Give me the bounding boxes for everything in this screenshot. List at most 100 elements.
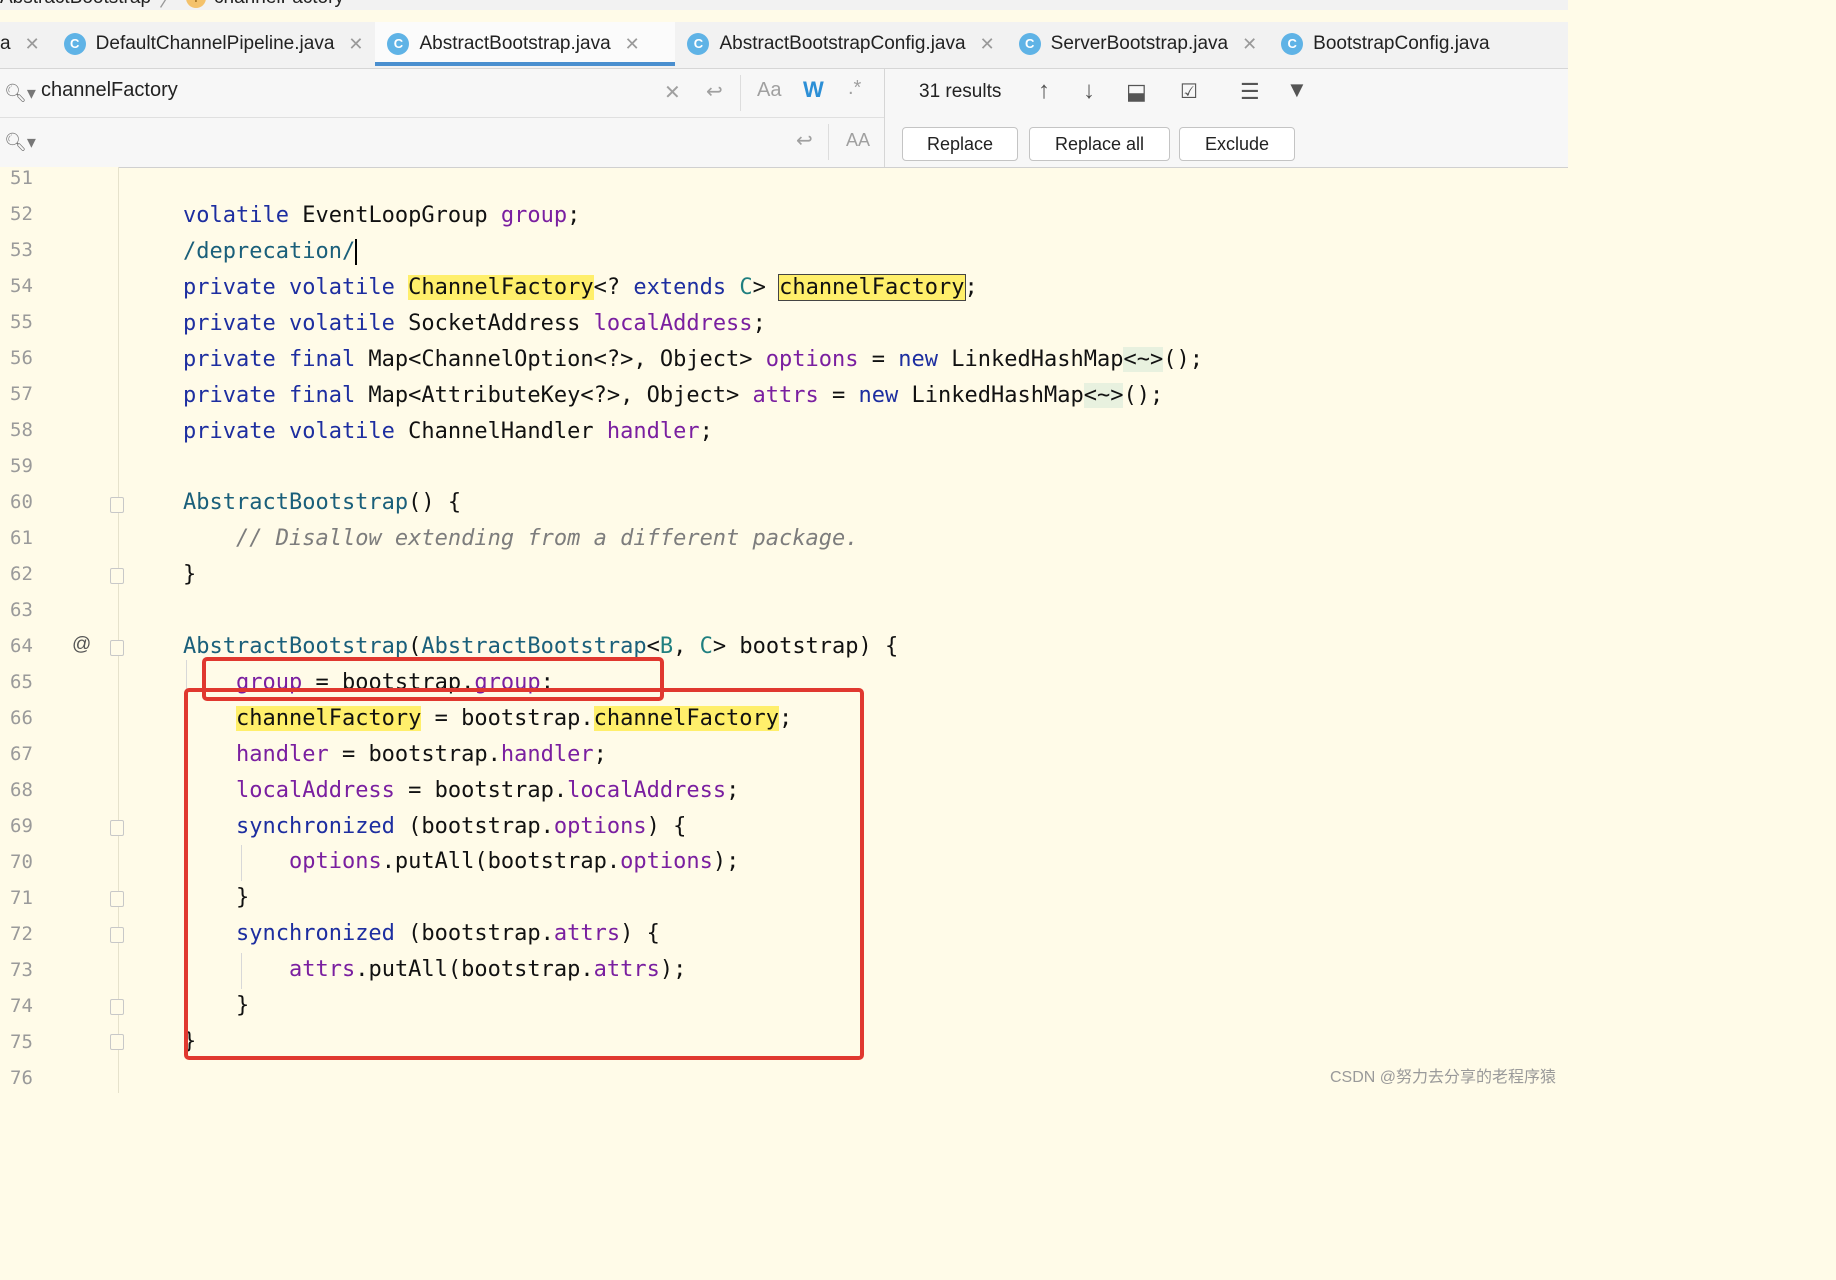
line-number: 59 [10,455,33,477]
line-number: 61 [10,527,33,549]
tab-label: BootstrapConfig.java [1313,33,1490,54]
close-icon[interactable]: ✕ [980,34,995,55]
field-icon: f [186,0,207,8]
tab-label: AbstractBootstrapConfig.java [719,33,966,54]
search-icon[interactable]: 🔍︎▾ [4,132,36,153]
tab-serverbootstrap[interactable]: C ServerBootstrap.java ✕ [1007,22,1270,66]
divider [884,69,885,167]
line-number: 69 [10,815,33,837]
newline-icon[interactable]: ↩ [706,79,723,104]
whole-words-icon[interactable]: W [803,77,824,103]
line-number: 55 [10,311,33,333]
editor-gutter[interactable] [0,167,119,1093]
line-number: 65 [10,671,33,693]
tab-label: a [0,33,11,54]
tab-label: ServerBootstrap.java [1050,33,1229,54]
line-number: 52 [10,203,33,225]
close-icon[interactable]: ✕ [625,34,640,55]
code-line: private volatile SocketAddress localAddr… [183,311,766,336]
clear-icon[interactable]: ✕ [664,80,681,105]
replace-button[interactable]: Replace [902,127,1018,161]
tab-defaultchannelpipeline[interactable]: C DefaultChannelPipeline.java ✕ [52,22,376,66]
code-line: private final Map<AttributeKey<?>, Objec… [183,383,1164,408]
filter-lines-icon[interactable]: ☑ [1180,79,1198,104]
breadcrumb-item-class[interactable]: AbstractBootstrap [0,0,151,9]
newline-icon[interactable]: ↩ [796,128,813,153]
class-icon: C [387,33,410,55]
code-line: volatile EventLoopGroup group; [183,203,581,228]
search-input[interactable]: channelFactory [41,79,178,102]
line-number: 73 [10,959,33,981]
breadcrumb-item-field[interactable]: channelFactory [214,0,344,9]
breadcrumb: AbstractBootstrap 〉 f channelFactory [0,0,1568,11]
match-case-icon[interactable]: Aa [757,79,781,102]
breadcrumb-separator: 〉 [159,0,179,11]
line-number: 68 [10,779,33,801]
fold-icon[interactable] [110,1034,124,1050]
fold-icon[interactable] [110,820,124,836]
select-all-occurrences-icon[interactable]: ⬓ [1126,79,1147,105]
class-icon: C [1018,33,1041,55]
line-number: 74 [10,995,33,1017]
fold-icon[interactable] [110,497,124,513]
line-number: 67 [10,743,33,765]
line-number: 62 [10,563,33,585]
fold-icon[interactable] [110,640,124,656]
line-number: 70 [10,851,33,873]
line-number: 75 [10,1031,33,1053]
tab-bootstrapconfig[interactable]: C BootstrapConfig.java [1269,22,1501,66]
close-icon[interactable]: ✕ [25,34,40,55]
exclude-button[interactable]: Exclude [1179,127,1295,161]
regex-icon[interactable]: .* [848,77,861,100]
arrow-up-icon[interactable]: ↑ [1038,77,1050,105]
override-marker-icon[interactable]: @ [72,634,91,656]
show-filter-icon[interactable]: ☰ [1240,79,1260,105]
replace-row: 🔍︎▾ ↩ AA [0,118,885,166]
code-line: /deprecation/ [183,239,358,265]
tab-abstractbootstrap[interactable]: C AbstractBootstrap.java ✕ [375,22,676,66]
search-icon[interactable]: 🔍︎▾ [4,83,36,104]
line-number: 60 [10,491,33,513]
line-number: 76 [10,1067,33,1089]
arrow-down-icon[interactable]: ↓ [1083,77,1095,105]
code-line: // Disallow extending from a different p… [235,526,859,551]
fold-icon[interactable] [110,999,124,1015]
code-line: private volatile ChannelFactory<? extend… [183,274,978,301]
tab-label: AbstractBootstrap.java [419,33,611,54]
line-number: 64 [10,635,33,657]
preserve-case-icon[interactable]: AA [846,130,870,151]
editor-tab-bar: a ✕ C DefaultChannelPipeline.java ✕ C Ab… [0,22,1568,69]
code-line: private volatile ChannelHandler handler; [183,419,713,444]
fold-icon[interactable] [110,891,124,907]
close-icon[interactable]: ✕ [348,34,363,55]
tab-abstractbootstrapconfig[interactable]: C AbstractBootstrapConfig.java ✕ [675,22,1006,66]
line-number: 53 [10,239,33,261]
tab-label: DefaultChannelPipeline.java [95,33,335,54]
code-line: } [183,562,197,587]
filter-icon[interactable]: ▼ [1286,77,1308,103]
line-number: 51 [10,167,33,189]
line-number: 58 [10,419,33,441]
class-icon: C [63,33,86,55]
close-icon[interactable]: ✕ [1242,34,1257,55]
code-line: AbstractBootstrap() { [183,490,462,515]
fold-icon[interactable] [110,568,124,584]
line-number: 54 [10,275,33,297]
fold-icon[interactable] [110,927,124,943]
replace-all-button[interactable]: Replace all [1029,127,1170,161]
class-icon: C [687,33,710,55]
line-number: 57 [10,383,33,405]
find-row: 🔍︎▾ channelFactory ✕ ↩ Aa W .* [0,69,885,118]
line-number: 63 [10,599,33,621]
find-replace-panel: 🔍︎▾ channelFactory ✕ ↩ Aa W .* 🔍︎▾ ↩ AA … [0,69,1568,168]
line-number: 56 [10,347,33,369]
tab-partial[interactable]: a ✕ [0,22,52,66]
class-icon: C [1281,33,1304,55]
line-number: 66 [10,707,33,729]
annotation-box [184,688,864,1060]
divider [740,75,741,111]
code-line: private final Map<ChannelOption<?>, Obje… [183,347,1203,372]
results-count: 31 results [919,81,1002,102]
line-number: 72 [10,923,33,945]
divider [828,124,829,160]
